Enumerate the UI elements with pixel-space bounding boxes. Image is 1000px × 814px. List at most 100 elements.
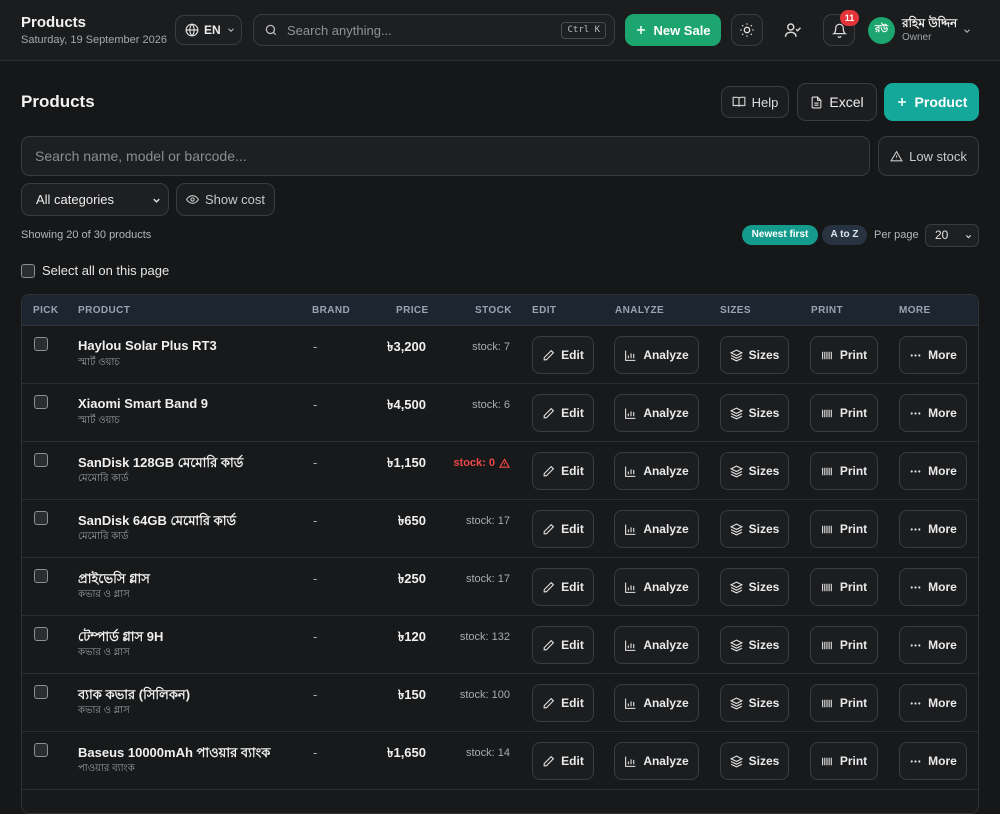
print-button[interactable]: Print	[810, 510, 878, 548]
print-button[interactable]: Print	[810, 626, 878, 664]
more-button[interactable]: More	[899, 452, 967, 490]
new-sale-label: New Sale	[653, 22, 711, 38]
analyze-button[interactable]: Analyze	[614, 394, 699, 432]
sizes-button[interactable]: Sizes	[720, 336, 789, 374]
product-search-input[interactable]: Search name, model or barcode...	[21, 136, 870, 176]
product-brand: -	[313, 745, 318, 760]
sort-newest-chip[interactable]: Newest first	[742, 225, 818, 245]
user-menu[interactable]: রহিম উদ্দিন Owner	[902, 17, 957, 44]
analyze-label: Analyze	[643, 580, 689, 594]
edit-button[interactable]: Edit	[532, 684, 594, 722]
users-button[interactable]	[777, 14, 809, 46]
global-search-input[interactable]: Search anything... Ctrl K	[253, 14, 615, 46]
analyze-button[interactable]: Analyze	[614, 626, 699, 664]
per-page-value: 20	[935, 228, 949, 242]
more-button[interactable]: More	[899, 336, 967, 374]
show-cost-toggle[interactable]: Show cost	[176, 183, 275, 216]
theme-toggle-button[interactable]	[731, 14, 763, 46]
column-header-edit: EDIT	[532, 305, 557, 316]
column-header-price: PRICE	[396, 305, 429, 316]
print-button[interactable]: Print	[810, 452, 878, 490]
table-row: Xiaomi Smart Band 9 স্মার্ট ওয়াচ - ৳4,5…	[22, 384, 978, 442]
more-button[interactable]: More	[899, 742, 967, 780]
per-page-select[interactable]: 20	[925, 224, 979, 247]
sizes-button[interactable]: Sizes	[720, 568, 789, 606]
analyze-button[interactable]: Analyze	[614, 510, 699, 548]
product-name[interactable]: Xiaomi Smart Band 9	[78, 396, 208, 411]
edit-button[interactable]: Edit	[532, 336, 594, 374]
select-all-checkbox[interactable]	[21, 263, 35, 278]
print-button[interactable]: Print	[810, 336, 878, 374]
select-all-label: Select all on this page	[42, 263, 170, 278]
more-button[interactable]: More	[899, 394, 967, 432]
sizes-label: Sizes	[748, 348, 780, 362]
edit-button[interactable]: Edit	[532, 626, 594, 664]
print-button[interactable]: Print	[810, 742, 878, 780]
row-checkbox[interactable]	[34, 685, 48, 699]
table-row: ব্যাক কভার (সিলিকন) কভার ও গ্লাস - ৳150 …	[22, 674, 978, 732]
analyze-button[interactable]: Analyze	[614, 336, 699, 374]
analyze-button[interactable]: Analyze	[614, 684, 699, 722]
product-stock: stock: 0	[453, 457, 510, 469]
more-button[interactable]: More	[899, 510, 967, 548]
table-row: Baseus 10000mAh পাওয়ার ব্যাংক পাওয়ার ব…	[22, 732, 978, 790]
edit-label: Edit	[561, 464, 584, 478]
per-page-label: Per page	[874, 229, 919, 241]
sort-a-to-z-chip[interactable]: A to Z	[822, 225, 867, 245]
edit-button[interactable]: Edit	[532, 510, 594, 548]
pencil-icon	[542, 349, 555, 362]
product-category: কভার ও গ্লাস	[78, 705, 130, 716]
help-label: Help	[751, 94, 779, 110]
print-button[interactable]: Print	[810, 394, 878, 432]
sizes-button[interactable]: Sizes	[720, 394, 789, 432]
pencil-icon	[542, 697, 555, 710]
print-button[interactable]: Print	[810, 684, 878, 722]
row-checkbox[interactable]	[34, 395, 48, 409]
sizes-button[interactable]: Sizes	[720, 452, 789, 490]
layers-icon	[729, 464, 743, 478]
edit-button[interactable]: Edit	[532, 742, 594, 780]
analyze-button[interactable]: Analyze	[614, 742, 699, 780]
edit-label: Edit	[561, 754, 584, 768]
row-checkbox[interactable]	[34, 337, 48, 351]
chevron-down-icon	[964, 232, 973, 241]
product-brand: -	[313, 513, 318, 528]
chevron-down-icon[interactable]	[962, 26, 972, 36]
new-sale-button[interactable]: New Sale	[625, 14, 721, 46]
row-checkbox[interactable]	[34, 569, 48, 583]
sizes-button[interactable]: Sizes	[720, 742, 789, 780]
row-checkbox[interactable]	[34, 743, 48, 757]
print-button[interactable]: Print	[810, 568, 878, 606]
analyze-button[interactable]: Analyze	[614, 568, 699, 606]
search-placeholder: Search anything...	[287, 22, 392, 38]
row-checkbox[interactable]	[34, 511, 48, 525]
book-open-icon	[732, 95, 746, 109]
row-checkbox[interactable]	[34, 627, 48, 641]
avatar[interactable]: রউ	[868, 17, 895, 44]
more-button[interactable]: More	[899, 568, 967, 606]
layers-icon	[729, 638, 743, 652]
sizes-label: Sizes	[748, 522, 780, 536]
low-stock-filter-button[interactable]: Low stock	[878, 136, 979, 176]
select-all-control[interactable]: Select all on this page	[21, 263, 169, 278]
showing-count-text: Showing 20 of 30 products	[21, 229, 152, 241]
app-header-brand: Products Saturday, 19 September 2026	[21, 14, 167, 46]
excel-export-button[interactable]: Excel	[797, 83, 877, 121]
add-product-button[interactable]: Product	[884, 83, 979, 121]
more-button[interactable]: More	[899, 684, 967, 722]
product-name[interactable]: Haylou Solar Plus RT3	[78, 338, 217, 353]
sizes-button[interactable]: Sizes	[720, 684, 789, 722]
language-selector[interactable]: EN	[175, 15, 242, 45]
product-stock: stock: 17	[466, 573, 510, 585]
product-stock: stock: 6	[472, 399, 510, 411]
analyze-button[interactable]: Analyze	[614, 452, 699, 490]
more-button[interactable]: More	[899, 626, 967, 664]
edit-button[interactable]: Edit	[532, 394, 594, 432]
edit-button[interactable]: Edit	[532, 568, 594, 606]
sizes-button[interactable]: Sizes	[720, 626, 789, 664]
category-select[interactable]: All categories	[21, 183, 169, 216]
sizes-button[interactable]: Sizes	[720, 510, 789, 548]
edit-button[interactable]: Edit	[532, 452, 594, 490]
row-checkbox[interactable]	[34, 453, 48, 467]
help-button[interactable]: Help	[721, 86, 789, 118]
